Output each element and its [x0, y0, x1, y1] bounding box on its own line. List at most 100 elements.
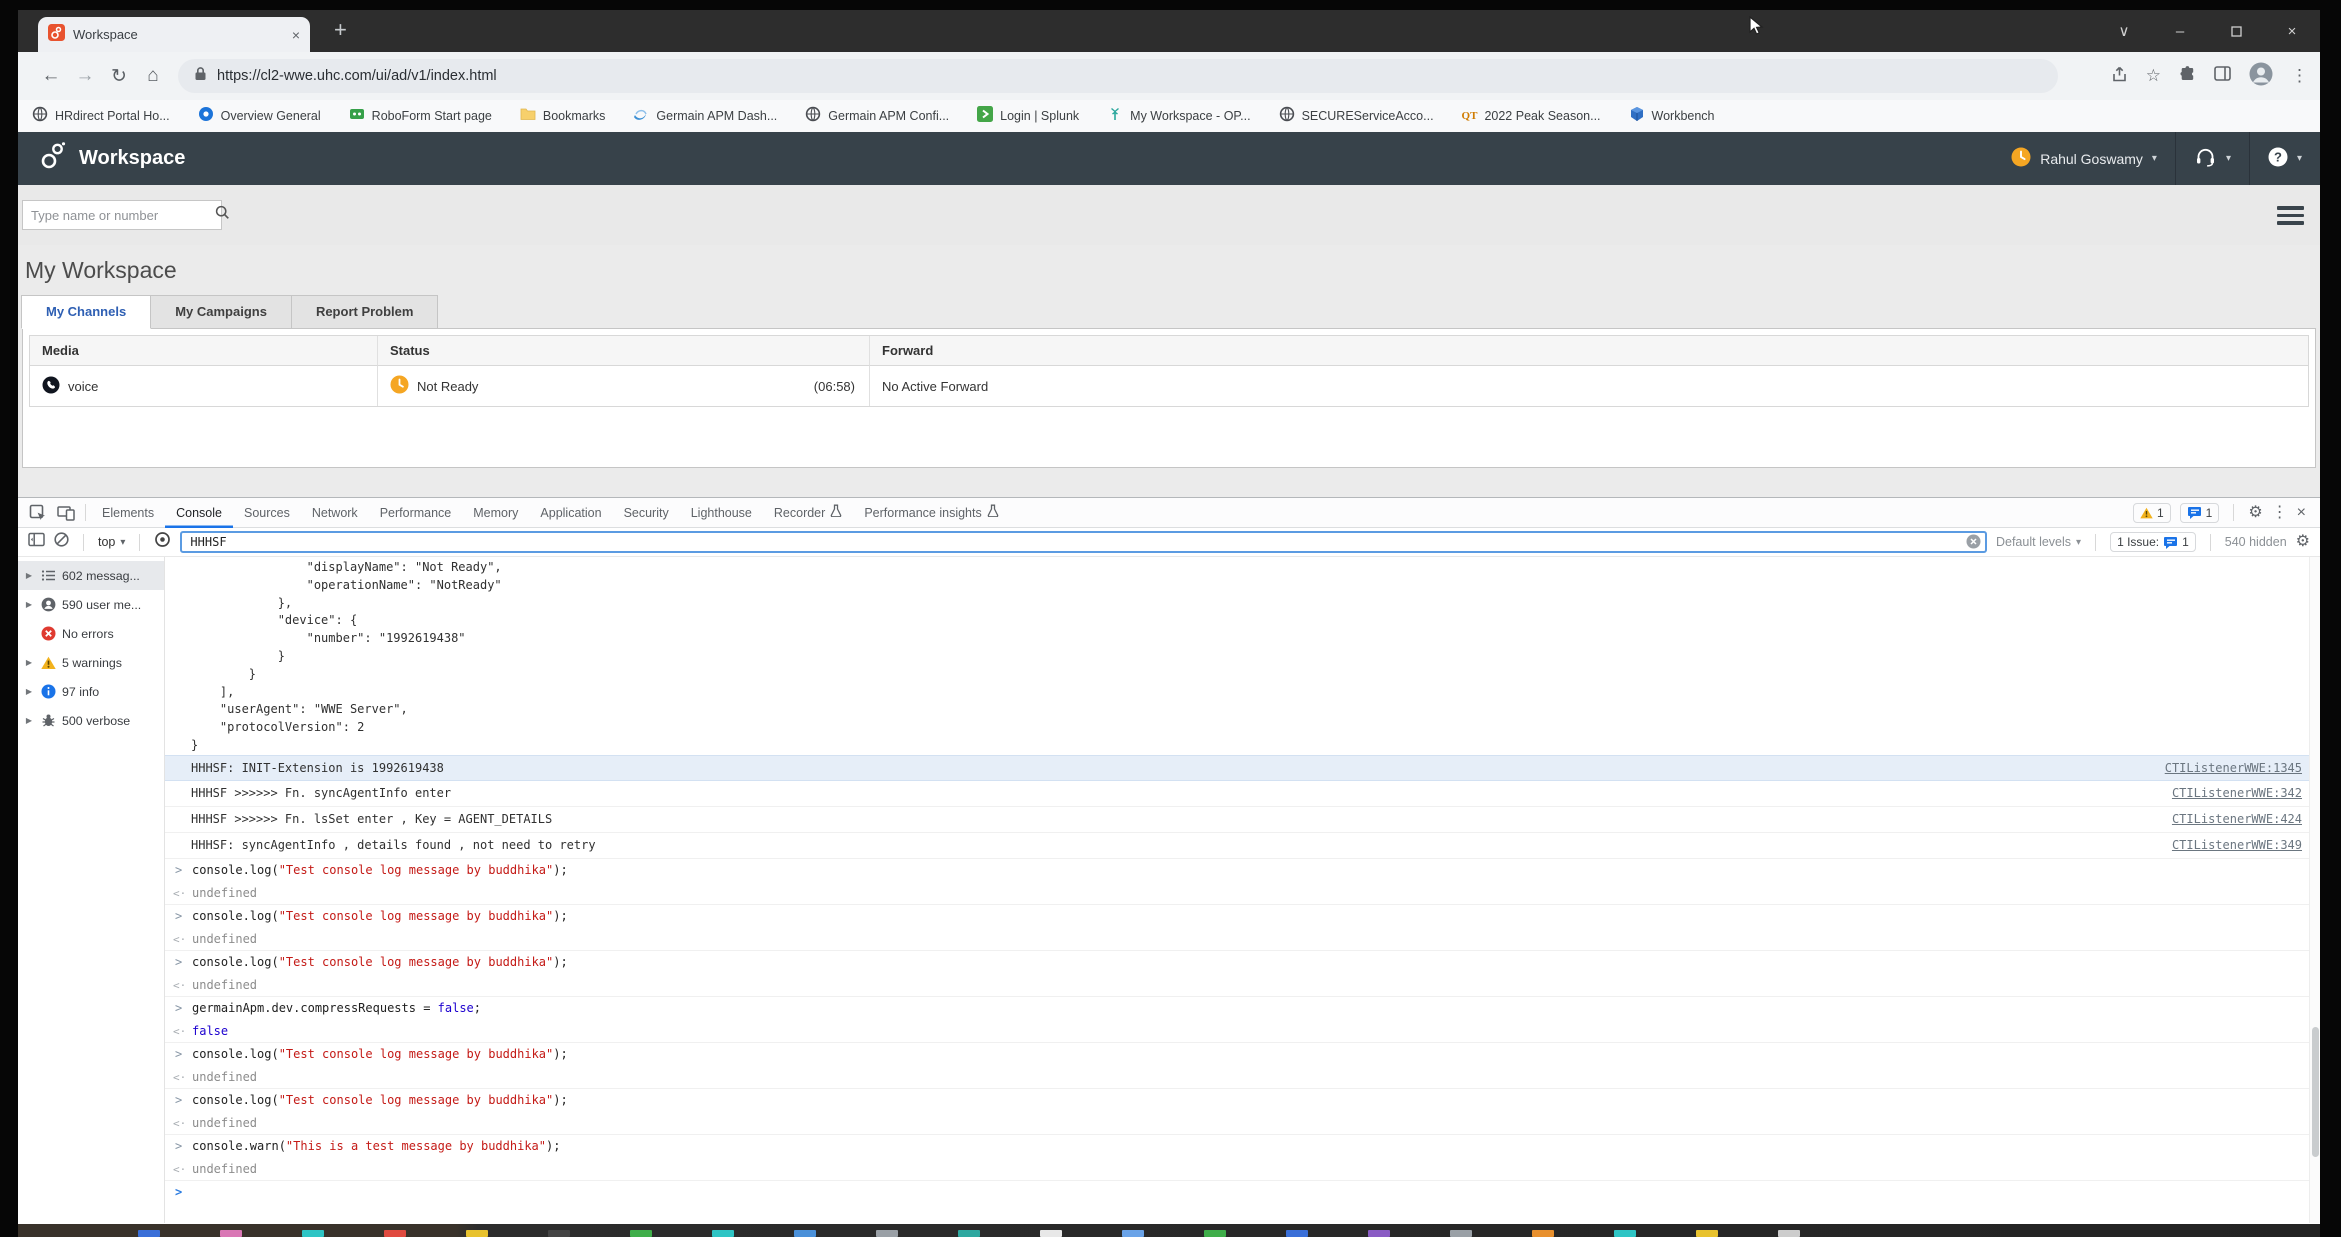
- clear-filter-icon[interactable]: [1966, 534, 1981, 554]
- taskbar-icon[interactable]: [1614, 1230, 1636, 1237]
- tab-my-campaigns[interactable]: My Campaigns: [150, 295, 292, 329]
- console-settings-icon[interactable]: ⚙: [2296, 534, 2310, 550]
- context-selector[interactable]: top▾: [98, 535, 125, 549]
- devtools-tab-security[interactable]: Security: [613, 498, 680, 528]
- filter-input[interactable]: [182, 535, 1985, 549]
- address-bar[interactable]: https://cl2-wwe.uhc.com/ui/ad/v1/index.h…: [178, 59, 2058, 93]
- bookmark-item[interactable]: Login | Splunk: [977, 106, 1079, 127]
- expand-arrow-icon[interactable]: ▶: [24, 658, 34, 667]
- sidebar-item-error[interactable]: No errors: [18, 619, 164, 648]
- taskbar-icon[interactable]: [1778, 1230, 1800, 1237]
- taskbar-icon[interactable]: [1450, 1230, 1472, 1237]
- devtools-tab-performance[interactable]: Performance: [369, 498, 463, 528]
- bookmark-item[interactable]: Workbench: [1629, 106, 1715, 127]
- bookmark-item[interactable]: SECUREServiceAcco...: [1279, 106, 1434, 127]
- browser-menu-icon[interactable]: ⋮: [2291, 66, 2308, 86]
- tab-my-channels[interactable]: My Channels: [21, 295, 151, 329]
- console-scrollbar[interactable]: [2309, 557, 2320, 1223]
- taskbar-icon[interactable]: [1286, 1230, 1308, 1237]
- log-levels-dropdown[interactable]: Default levels▾: [1996, 535, 2081, 549]
- taskbar-icon[interactable]: [466, 1230, 488, 1237]
- expand-arrow-icon[interactable]: ▶: [24, 600, 34, 609]
- live-expression-icon[interactable]: [154, 532, 171, 552]
- sidebar-item-warning[interactable]: ▶5 warnings: [18, 648, 164, 677]
- source-link[interactable]: CTIListenerWWE:424: [2172, 807, 2302, 832]
- device-toolbar-icon[interactable]: [52, 505, 80, 521]
- bookmark-item[interactable]: Germain APM Confi...: [805, 106, 949, 127]
- warnings-badge[interactable]: 1: [2133, 503, 2171, 523]
- devtools-menu-icon[interactable]: ⋮: [2272, 505, 2288, 521]
- sidebar-item-info[interactable]: ▶97 info: [18, 677, 164, 706]
- taskbar-icon[interactable]: [1204, 1230, 1226, 1237]
- bookmark-item[interactable]: Bookmarks: [520, 106, 606, 127]
- taskbar-icon[interactable]: [794, 1230, 816, 1237]
- devtools-tab-sources[interactable]: Sources: [233, 498, 301, 528]
- maximize-button[interactable]: [2208, 10, 2264, 52]
- browser-tab[interactable]: Workspace ×: [38, 17, 310, 52]
- sidebar-item-list[interactable]: ▶602 messag...: [18, 561, 164, 590]
- source-link[interactable]: CTIListenerWWE:1345: [2165, 756, 2302, 781]
- taskbar-icon[interactable]: [138, 1230, 160, 1237]
- user-menu[interactable]: Rahul Goswamy ▾: [1993, 132, 2175, 185]
- back-icon[interactable]: ←: [34, 65, 68, 87]
- forward-icon[interactable]: →: [68, 65, 102, 87]
- expand-arrow-icon[interactable]: ▶: [24, 571, 34, 580]
- search-input[interactable]: [23, 208, 215, 223]
- sidebar-item-user[interactable]: ▶590 user me...: [18, 590, 164, 619]
- help-menu[interactable]: ? ▾: [2249, 132, 2320, 185]
- taskbar-icon[interactable]: [302, 1230, 324, 1237]
- close-button[interactable]: ×: [2264, 10, 2320, 52]
- issues-badge[interactable]: 1: [2180, 503, 2220, 523]
- taskbar-icon[interactable]: [1368, 1230, 1390, 1237]
- side-panel-icon[interactable]: [2214, 66, 2231, 86]
- bookmark-item[interactable]: Germain APM Dash...: [633, 106, 777, 127]
- taskbar-icon[interactable]: [384, 1230, 406, 1237]
- taskbar-icon[interactable]: [548, 1230, 570, 1237]
- bookmark-item[interactable]: QT2022 Peak Season...: [1462, 109, 1601, 123]
- inspect-element-icon[interactable]: [24, 504, 52, 522]
- bookmark-item[interactable]: HRdirect Portal Ho...: [32, 106, 170, 127]
- profile-avatar[interactable]: [2249, 62, 2273, 91]
- console-prompt[interactable]: >: [165, 1181, 2320, 1204]
- extensions-icon[interactable]: [2179, 65, 2196, 87]
- home-icon[interactable]: ⌂: [136, 65, 170, 87]
- scrollbar-thumb[interactable]: [2312, 1027, 2319, 1157]
- sidebar-item-bug[interactable]: ▶500 verbose: [18, 706, 164, 735]
- taskbar-icon[interactable]: [1122, 1230, 1144, 1237]
- taskbar-icon[interactable]: [1532, 1230, 1554, 1237]
- taskbar-icon[interactable]: [630, 1230, 652, 1237]
- share-icon[interactable]: [2110, 65, 2128, 88]
- bookmark-star-icon[interactable]: ☆: [2146, 66, 2161, 86]
- table-row[interactable]: voiceNot Ready(06:58)No Active Forward: [30, 366, 2308, 406]
- taskbar-icon[interactable]: [958, 1230, 980, 1237]
- source-link[interactable]: CTIListenerWWE:349: [2172, 833, 2302, 858]
- search-icon[interactable]: [215, 205, 230, 225]
- reload-icon[interactable]: ↻: [102, 65, 136, 88]
- console-sidebar-toggle-icon[interactable]: [28, 532, 45, 552]
- devtools-tab-application[interactable]: Application: [529, 498, 612, 528]
- expand-arrow-icon[interactable]: ▶: [24, 716, 34, 725]
- devtools-tab-console[interactable]: Console: [165, 498, 233, 528]
- devtools-close-icon[interactable]: ×: [2297, 505, 2306, 521]
- taskbar-icon[interactable]: [1696, 1230, 1718, 1237]
- tab-report-problem[interactable]: Report Problem: [291, 295, 439, 329]
- taskbar-icon[interactable]: [712, 1230, 734, 1237]
- issues-counter[interactable]: 1 Issue: 1: [2110, 532, 2196, 552]
- devtools-tab-recorder[interactable]: Recorder: [763, 498, 853, 528]
- new-tab-button[interactable]: +: [334, 19, 347, 41]
- devtools-tab-elements[interactable]: Elements: [91, 498, 165, 528]
- devtools-settings-icon[interactable]: ⚙: [2248, 505, 2262, 521]
- devtools-tab-network[interactable]: Network: [301, 498, 369, 528]
- minimize-button[interactable]: –: [2152, 10, 2208, 52]
- tab-close-icon[interactable]: ×: [292, 28, 300, 42]
- devtools-tab-lighthouse[interactable]: Lighthouse: [680, 498, 763, 528]
- lock-icon[interactable]: [194, 66, 207, 86]
- bookmark-item[interactable]: RoboForm Start page: [349, 106, 492, 127]
- hamburger-menu-icon[interactable]: [2277, 206, 2304, 225]
- taskbar-icon[interactable]: [220, 1230, 242, 1237]
- clear-console-icon[interactable]: [54, 532, 69, 552]
- agent-menu[interactable]: ▾: [2175, 132, 2249, 185]
- expand-arrow-icon[interactable]: ▶: [24, 687, 34, 696]
- taskbar-icon[interactable]: [1040, 1230, 1062, 1237]
- tab-search-icon[interactable]: ∨: [2096, 10, 2152, 52]
